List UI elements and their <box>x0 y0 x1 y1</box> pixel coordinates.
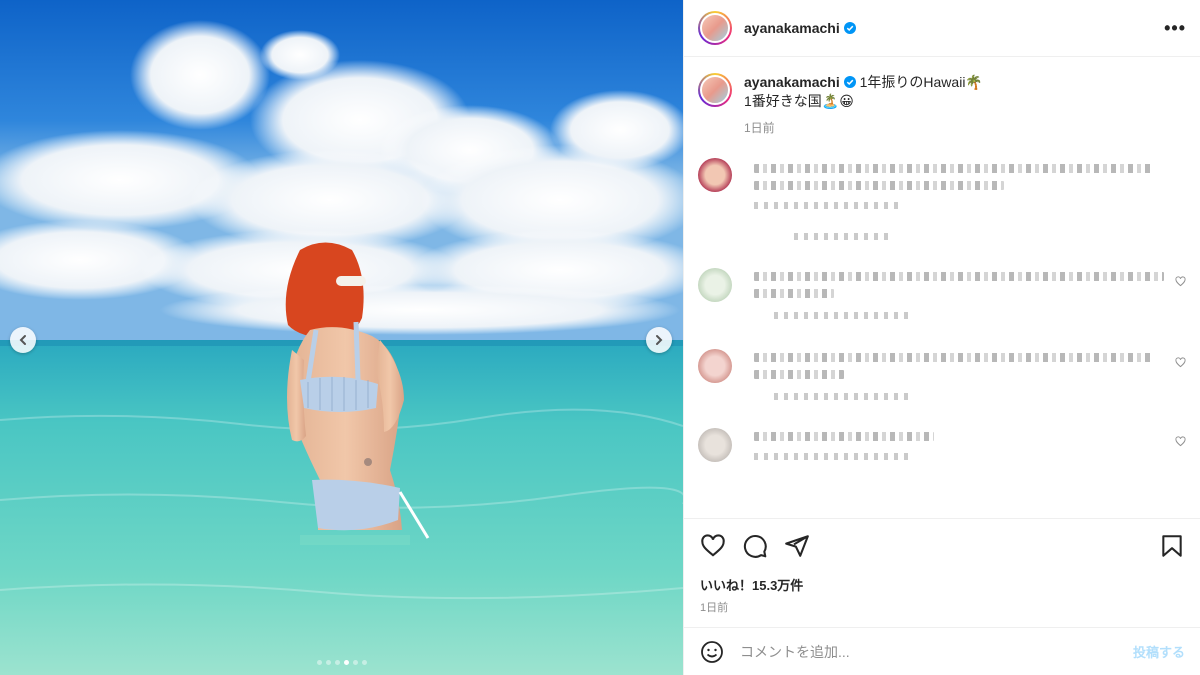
post-details-panel: ayanakamachi ••• ayanakamachi 1年振りのHawai… <box>683 0 1200 675</box>
more-options-button[interactable]: ••• <box>1164 18 1186 39</box>
avatar[interactable] <box>698 73 732 107</box>
post-comment-button[interactable]: 投稿する <box>1133 642 1185 661</box>
verified-badge-icon <box>843 22 856 34</box>
avatar[interactable] <box>698 11 732 45</box>
comment-icon[interactable] <box>742 533 768 559</box>
comment-heart-icon[interactable] <box>1175 357 1186 368</box>
caption-timestamp: 1日前 <box>744 121 775 135</box>
bookmark-icon[interactable] <box>1159 533 1185 559</box>
instagram-post-modal: ayanakamachi ••• ayanakamachi 1年振りのHawai… <box>0 0 1200 675</box>
avatar[interactable] <box>698 349 732 383</box>
carousel-indicator <box>0 660 683 665</box>
list-item <box>698 158 1186 240</box>
previous-slide-button[interactable] <box>10 327 36 353</box>
list-item <box>698 268 1186 319</box>
carousel-dot <box>316 660 322 665</box>
post-caption: ayanakamachi 1年振りのHawaii🌴 1番好きな国🏝️😀 1日前 <box>684 57 1200 138</box>
carousel-dot <box>325 660 331 665</box>
comment-heart-icon[interactable] <box>1175 276 1186 287</box>
chevron-right-icon <box>656 335 663 345</box>
caption-text-line1: 1年振りのHawaii🌴 <box>859 74 983 90</box>
next-slide-button[interactable] <box>646 327 672 353</box>
post-header: ayanakamachi ••• <box>684 0 1200 57</box>
post-timestamp: 1日前 <box>700 602 729 614</box>
carousel-dot <box>334 660 340 665</box>
comments-list <box>684 158 1200 462</box>
list-item <box>698 428 1186 462</box>
comment-heart-icon[interactable] <box>1175 436 1186 447</box>
avatar[interactable] <box>698 158 732 192</box>
emoji-icon[interactable] <box>700 640 724 664</box>
avatar[interactable] <box>698 428 732 462</box>
post-media[interactable] <box>0 0 683 675</box>
caption-text-line2: 1番好きな国🏝️😀 <box>744 93 854 109</box>
chevron-left-icon <box>19 335 26 345</box>
avatar[interactable] <box>698 268 732 302</box>
comment-input[interactable] <box>738 642 1133 661</box>
beach-photo <box>0 0 683 675</box>
send-icon[interactable] <box>784 533 810 559</box>
post-actions: いいね！15.3万件 1日前 <box>684 518 1200 615</box>
carousel-dot <box>352 660 358 665</box>
username-link[interactable]: ayanakamachi <box>744 20 840 36</box>
add-comment-bar: 投稿する <box>684 627 1200 675</box>
carousel-dot <box>343 660 349 665</box>
verified-badge-icon <box>843 76 856 88</box>
likes-count[interactable]: いいね！15.3万件 <box>684 559 1200 594</box>
caption-username[interactable]: ayanakamachi <box>744 74 840 90</box>
heart-icon[interactable] <box>700 533 726 559</box>
carousel-dot <box>361 660 367 665</box>
list-item <box>698 349 1186 400</box>
